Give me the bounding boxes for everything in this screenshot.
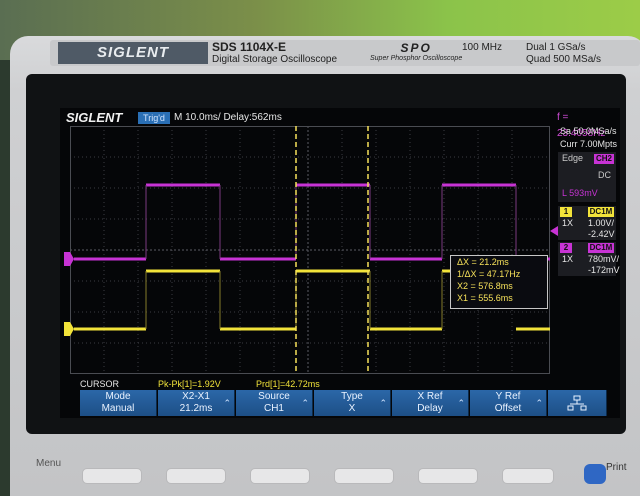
pkpk-measurement: Pk-Pk[1]=1.92V bbox=[158, 379, 221, 389]
menu-mode-label: CURSOR bbox=[80, 379, 120, 389]
network-icon bbox=[567, 395, 587, 411]
period-measurement: Prd[1]=42.72ms bbox=[256, 379, 320, 389]
spo-logo: SPO Super Phosphor Oscilloscope bbox=[370, 42, 462, 63]
softkey-x2-x1[interactable]: X2-X1 21.2ms ⌃ bbox=[158, 390, 235, 416]
spec-quad: Quad 500 MSa/s bbox=[526, 54, 602, 65]
spo-description: Super Phosphor Oscilloscope bbox=[370, 55, 463, 62]
knob-arrow-icon: ⌃ bbox=[379, 398, 387, 408]
ch2-offset: -172mV bbox=[588, 265, 620, 275]
softkey-x-ref[interactable]: X Ref Delay ⌃ bbox=[392, 390, 469, 416]
right-info-panel: Sa 50.0MSa/s Curr 7.00Mpts Edge CH2 DC L… bbox=[556, 124, 620, 386]
front-button-4[interactable] bbox=[334, 468, 394, 484]
model-name: SDS 1104X-E bbox=[212, 40, 287, 54]
measurement-info-row: CURSOR Pk-Pk[1]=1.92V Prd[1]=42.72ms bbox=[70, 378, 620, 390]
front-button-2[interactable] bbox=[166, 468, 226, 484]
trigger-level: L 593mV bbox=[562, 188, 598, 198]
print-label: Print bbox=[606, 462, 627, 473]
cursor-x1-value: X1 = 555.6ms bbox=[457, 293, 513, 303]
ch1-waveform-edges bbox=[145, 271, 443, 329]
trigger-info-box[interactable]: Edge CH2 DC L 593mV bbox=[558, 152, 616, 202]
status-bar: SIGLENT Trig'd M 10.0ms/ Delay:562ms f =… bbox=[62, 110, 617, 139]
front-button-6[interactable] bbox=[502, 468, 554, 484]
knob-arrow-icon: ⌃ bbox=[301, 398, 309, 408]
ch2-number: 2 bbox=[560, 243, 572, 253]
softkey-network[interactable] bbox=[548, 390, 607, 416]
timebase-readout: M 10.0ms/ Delay:562ms bbox=[174, 112, 282, 123]
softkey-mode-value: Manual bbox=[101, 403, 135, 414]
ch2-scale: 780mV/ bbox=[588, 254, 620, 264]
trigger-status-badge: Trig'd bbox=[138, 112, 170, 124]
knob-arrow-icon: ⌃ bbox=[457, 398, 465, 408]
softkey-menu: Mode Manual X2-X1 21.2ms ⌃ Source CH1 ⌃ … bbox=[80, 390, 608, 416]
ch2-offset-marker[interactable] bbox=[64, 252, 74, 266]
front-button-3[interactable] bbox=[250, 468, 310, 484]
ch1-scale: 1.00V/ bbox=[588, 218, 615, 228]
trigger-type: Edge bbox=[562, 153, 584, 163]
softkey-source[interactable]: Source CH1 ⌃ bbox=[236, 390, 313, 416]
softkey-mode-title: Mode bbox=[105, 391, 131, 402]
cursor-inverse-delta-x: 1/ΔX = 47.17Hz bbox=[457, 269, 521, 279]
ch1-offset: -2.42V bbox=[588, 229, 615, 239]
ch2-probe: 1X bbox=[562, 254, 574, 264]
trigger-source-badge: CH2 bbox=[594, 154, 614, 164]
screen-logo: SIGLENT bbox=[66, 110, 123, 125]
ch1-info-box[interactable]: 1 DC1M 1X 1.00V/ -2.42V bbox=[558, 206, 616, 240]
cursor-x2-value: X2 = 576.8ms bbox=[457, 281, 513, 291]
spo-title: SPO bbox=[400, 41, 432, 55]
ch2-info-box[interactable]: 2 DC1M 1X 780mV/ -172mV bbox=[558, 242, 620, 276]
knob-arrow-icon: ⌃ bbox=[223, 398, 231, 408]
ch1-coupling-badge: DC1M bbox=[588, 207, 614, 217]
cursor-readout-box: ΔX = 21.2ms 1/ΔX = 47.17Hz X2 = 576.8ms … bbox=[450, 255, 548, 309]
front-button-5[interactable] bbox=[418, 468, 478, 484]
brand-logo: SIGLENT bbox=[58, 42, 208, 64]
spec-dual: Dual 1 GSa/s bbox=[526, 42, 586, 53]
knob-arrow-icon: ⌃ bbox=[535, 398, 543, 408]
trigger-coupling: DC bbox=[598, 170, 611, 180]
cursor-delta-x: ΔX = 21.2ms bbox=[457, 257, 509, 267]
spec-bandwidth: 100 MHz bbox=[462, 42, 503, 53]
ch1-number: 1 bbox=[560, 207, 572, 217]
ch2-waveform bbox=[74, 183, 550, 261]
memory-depth: Curr 7.00Mpts bbox=[560, 139, 618, 149]
front-button-1[interactable] bbox=[82, 468, 142, 484]
sample-rate: Sa 50.0MSa/s bbox=[560, 126, 617, 136]
softkey-mode[interactable]: Mode Manual bbox=[80, 390, 157, 416]
model-label: SDS 1104X-E Digital Storage Oscilloscope bbox=[212, 41, 337, 66]
ch1-probe: 1X bbox=[562, 218, 574, 228]
ch1-offset-marker[interactable] bbox=[64, 322, 74, 336]
graticule-center-axes bbox=[70, 126, 550, 374]
softkey-type[interactable]: Type X ⌃ bbox=[314, 390, 391, 416]
model-description: Digital Storage Oscilloscope bbox=[212, 54, 338, 65]
ch2-coupling-badge: DC1M bbox=[588, 243, 614, 253]
menu-label: Menu bbox=[36, 458, 62, 469]
ch2-waveform-edges bbox=[145, 185, 517, 259]
softkey-y-ref[interactable]: Y Ref Offset ⌃ bbox=[470, 390, 547, 416]
waveform-display bbox=[70, 126, 550, 374]
print-button[interactable] bbox=[584, 464, 606, 484]
